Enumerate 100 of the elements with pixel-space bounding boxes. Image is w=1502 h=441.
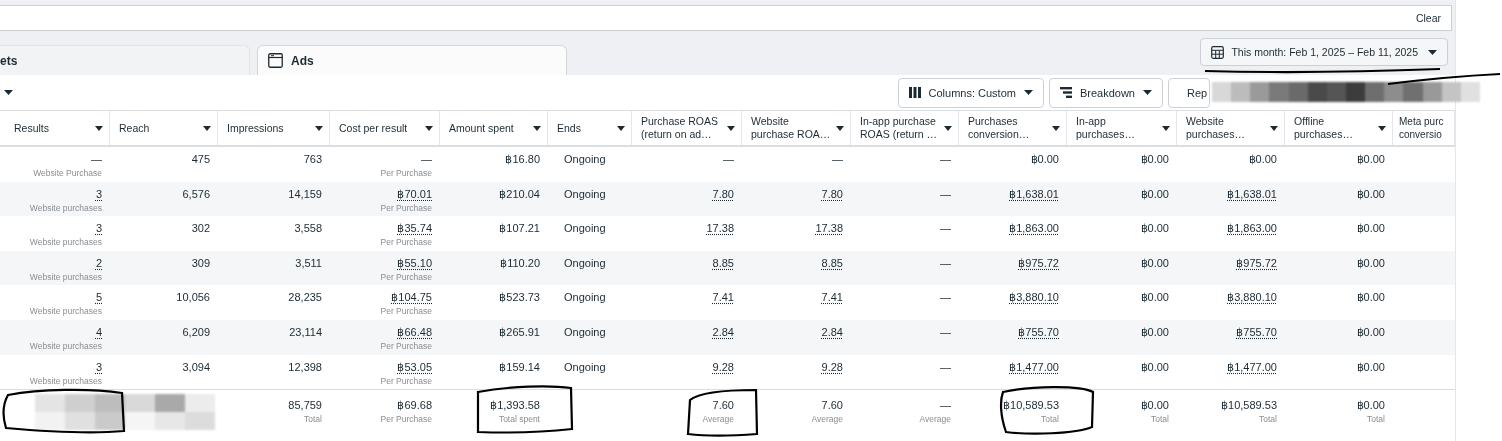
caret-icon	[727, 125, 735, 131]
table-cell: —	[421, 153, 432, 166]
caret-icon	[95, 125, 103, 131]
value-link[interactable]: ฿975.72	[1236, 256, 1277, 270]
cell-caption: Total	[1259, 413, 1277, 427]
total-value: 7.60	[712, 399, 734, 413]
value-link[interactable]: ฿1,477.00	[1009, 360, 1059, 374]
value-link[interactable]: ฿3,880.10	[1009, 291, 1059, 305]
cell-caption: Per Purchase	[380, 305, 432, 319]
value-link[interactable]: ฿1,638.01	[1009, 187, 1059, 201]
column-header[interactable]: Reach	[110, 111, 218, 145]
value-link[interactable]: ฿104.75	[391, 291, 432, 305]
toolbar-button[interactable]: Rep	[1168, 77, 1210, 108]
caret-icon	[1428, 49, 1437, 55]
column-header[interactable]: Offline purchases…	[1285, 111, 1393, 145]
value-link[interactable]: ฿3,880.10	[1227, 291, 1277, 305]
column-header[interactable]: Impressions	[218, 111, 330, 145]
value-link[interactable]: 9.28	[712, 360, 734, 374]
table-cell: ฿210.04	[499, 187, 540, 201]
toolbar-button[interactable]: Breakdown	[1048, 77, 1163, 108]
clear-link[interactable]: Clear	[1415, 12, 1441, 24]
value-link[interactable]: ฿1,477.00	[1227, 360, 1277, 374]
cell-caption: Per Purchase	[380, 270, 432, 284]
total-value: ฿1,393.58	[490, 399, 540, 413]
table-cell: Ongoing	[564, 256, 606, 270]
value-link[interactable]: 8.85	[712, 256, 734, 270]
table-cell: ฿16.80	[505, 153, 540, 166]
value-link[interactable]: 7.80	[821, 187, 843, 201]
value-link[interactable]: ฿70.01	[397, 187, 432, 201]
value-link[interactable]: 9.28	[821, 360, 843, 374]
caret-icon	[1378, 125, 1386, 131]
value-link[interactable]: ฿755.70	[1018, 325, 1059, 339]
value-link[interactable]: 7.41	[821, 291, 843, 305]
table-cell: 12,398	[288, 360, 322, 374]
column-header[interactable]: Purchases conversion…	[959, 111, 1067, 145]
value-link[interactable]: ฿55.10	[397, 256, 432, 270]
table-cell: Ongoing	[564, 325, 606, 339]
toolbar-button[interactable]: Columns: Custom	[897, 77, 1044, 108]
table-cell: 14,159	[288, 187, 322, 201]
total-value: 85,759	[288, 399, 322, 413]
table-cell: 6,209	[182, 325, 210, 339]
value-link[interactable]: 4	[95, 325, 102, 339]
column-header[interactable]: Website purchase ROA…	[742, 111, 851, 145]
value-link[interactable]: ฿66.48	[397, 325, 432, 339]
table-cell: ฿0.00	[1356, 187, 1385, 201]
table-cell: Ongoing	[564, 187, 606, 201]
table-cell: ฿0.00	[1140, 153, 1169, 166]
cell-caption: Total	[1041, 413, 1059, 427]
caret-icon	[425, 125, 433, 131]
value-link[interactable]: 7.41	[712, 291, 734, 305]
value-link[interactable]: 7.80	[712, 187, 734, 201]
column-header[interactable]: Cost per result	[330, 111, 440, 145]
value-link[interactable]: 17.38	[706, 222, 734, 236]
table-cell: ฿0.00	[1140, 325, 1169, 339]
column-header[interactable]: Results	[0, 111, 110, 145]
cell-caption: Per Purchase	[380, 236, 432, 250]
tab[interactable]: ets	[0, 45, 250, 75]
value-link[interactable]: ฿35.74	[397, 222, 432, 236]
value-link[interactable]: 5	[95, 291, 102, 305]
cell-caption: Average	[702, 413, 734, 427]
value-link[interactable]: 2.84	[712, 325, 734, 339]
value-link[interactable]: 3	[95, 187, 102, 201]
cell-caption: Total	[1151, 413, 1169, 427]
value-link[interactable]: ฿1,863.00	[1227, 222, 1277, 236]
table-cell: —	[940, 153, 951, 166]
date-range-button[interactable]: This month: Feb 1, 2025 – Feb 11, 2025	[1200, 38, 1448, 66]
value-link[interactable]: 2	[95, 256, 102, 270]
column-header[interactable]: In-app purchase ROAS (return …	[851, 111, 959, 145]
table-cell: ฿0.00	[1140, 291, 1169, 305]
table-cell: ฿159.14	[499, 360, 540, 374]
value-link[interactable]: 3	[95, 360, 102, 374]
caret-icon	[315, 125, 323, 131]
value-link[interactable]: 8.85	[821, 256, 843, 270]
value-link[interactable]: ฿1,863.00	[1009, 222, 1059, 236]
caret-icon[interactable]	[4, 90, 13, 95]
search-field[interactable]: Clear	[0, 5, 1452, 31]
column-header[interactable]: Purchase ROAS (return on ad…	[632, 111, 742, 145]
column-header[interactable]: Website purchases…	[1177, 111, 1285, 145]
calendar-icon	[1211, 45, 1225, 59]
table-cell: 3,558	[294, 222, 322, 236]
value-link[interactable]: 2.84	[821, 325, 843, 339]
cell-caption: Per Purchase	[380, 339, 432, 353]
table-cell: ฿523.73	[499, 291, 540, 305]
caret-icon	[1023, 90, 1033, 95]
table-cell: —	[940, 291, 951, 305]
column-header[interactable]: In-app purchases…	[1067, 111, 1177, 145]
value-link[interactable]: ฿1,638.01	[1227, 187, 1277, 201]
value-link[interactable]: ฿975.72	[1018, 256, 1059, 270]
tab[interactable]: Ads	[257, 45, 567, 75]
table-cell: ฿110.20	[500, 256, 540, 270]
table-cell: ฿0.00	[1140, 360, 1169, 374]
column-header[interactable]: Ends	[548, 111, 632, 145]
value-link[interactable]: 17.38	[815, 222, 843, 236]
column-header[interactable]: Amount spent	[440, 111, 548, 145]
table-cell: —	[940, 256, 951, 270]
cell-caption: Average	[919, 413, 951, 427]
table-cell: 28,235	[288, 291, 322, 305]
value-link[interactable]: 3	[95, 222, 102, 236]
value-link[interactable]: ฿755.70	[1236, 325, 1277, 339]
value-link[interactable]: ฿53.05	[397, 360, 432, 374]
